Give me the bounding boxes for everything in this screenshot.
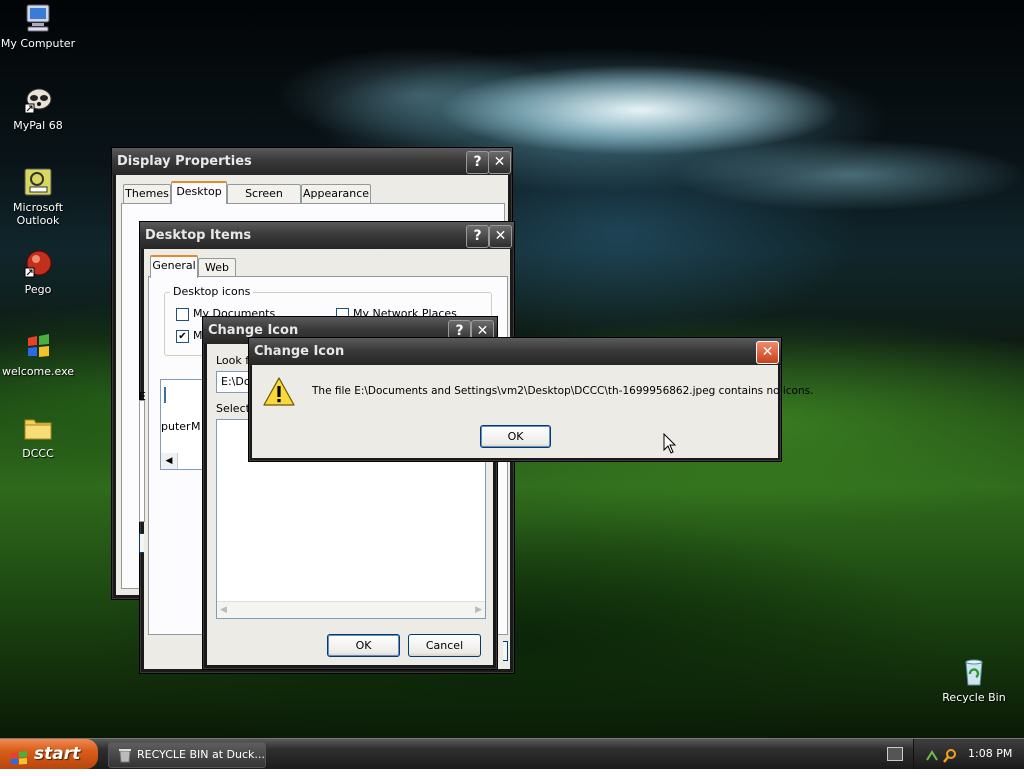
partial-button[interactable] (503, 641, 508, 661)
partial-button[interactable] (139, 533, 144, 553)
desktop-items-titlebar[interactable]: Desktop Items (140, 222, 514, 249)
desktop-icon-label: welcome.exe (1, 365, 75, 378)
ok-button[interactable]: OK (327, 634, 400, 657)
keyboard-icon[interactable] (887, 747, 903, 761)
horizontal-scrollbar[interactable]: ◀ ▶ (217, 601, 485, 618)
tab-web[interactable]: Web (198, 258, 236, 277)
search-icon[interactable] (942, 746, 958, 763)
alert-title: Change Icon (254, 344, 345, 359)
desktop-icon-label: My Computer (0, 37, 76, 50)
checkbox-my-computer[interactable]: ✔ (176, 330, 189, 343)
clock[interactable]: 1:08 PM (968, 739, 1012, 769)
tab-general[interactable]: General (150, 255, 198, 278)
desktop-icon-label: Pego (24, 283, 52, 296)
desktop-icon-recycle-bin[interactable]: Recycle Bin (934, 656, 1014, 704)
windows-logo-icon (10, 746, 28, 765)
desktop-icon-my-computer[interactable]: My Computer (0, 2, 78, 50)
alert-titlebar[interactable]: Change Icon (249, 338, 781, 365)
alert-dialog: Change Icon ✕ The file E:\Documents and … (248, 337, 813, 462)
close-button[interactable]: ✕ (756, 341, 779, 364)
tab-desktop[interactable]: Desktop (171, 181, 227, 204)
selected-icon-marker (164, 387, 166, 403)
taskbar-item-label: RECYCLE BIN at Duck... (137, 748, 265, 761)
taskbar-item-recycle-bin[interactable]: RECYCLE BIN at Duck... (108, 742, 266, 768)
computer-icon (22, 2, 54, 34)
recycle-bin-icon (958, 656, 990, 688)
select-label: Select (216, 402, 250, 415)
network-icon[interactable] (924, 746, 940, 762)
recycle-bin-icon (117, 747, 133, 763)
taskbar: start RECYCLE BIN at Duck... 1:08 PM (0, 738, 1024, 769)
cancel-button[interactable]: Cancel (408, 634, 481, 657)
windows-flag-icon (22, 330, 54, 362)
scroll-right-icon[interactable]: ▶ (475, 602, 482, 618)
alert-message: The file E:\Documents and Settings\vm2\D… (312, 385, 814, 397)
icon-list-item-label: puter (161, 420, 191, 433)
help-button[interactable]: ? (466, 151, 489, 174)
window-title: Change Icon (208, 323, 299, 338)
warning-icon (263, 376, 295, 408)
partial-control (139, 400, 145, 522)
desktop-icon-welcome[interactable]: welcome.exe (0, 330, 78, 378)
start-label: start (34, 744, 81, 764)
desktop-icon-pego[interactable]: Pego (0, 248, 78, 296)
close-button[interactable]: ✕ (488, 151, 511, 174)
tab-appearance[interactable]: Appearance (301, 184, 371, 203)
alert-client: The file E:\Documents and Settings\vm2\D… (252, 365, 813, 458)
mypal-browser-icon (22, 84, 54, 116)
scroll-left-icon[interactable]: ◀ (220, 602, 227, 618)
desktop-icon-label: MyPal 68 (13, 119, 63, 132)
pego-icon (22, 248, 54, 280)
group-label: Desktop icons (170, 285, 254, 298)
desktop: My Computer MyPal 68 Microsoft Outlook P… (0, 0, 1024, 738)
folder-icon (22, 412, 54, 444)
icon-list-item-label: M (191, 420, 201, 433)
desktop-icon-mypal[interactable]: MyPal 68 (0, 84, 78, 132)
tab-screen-saver[interactable]: Screen Saver (227, 184, 301, 218)
checkbox-my-documents[interactable] (176, 308, 189, 321)
mouse-cursor-icon (663, 432, 677, 455)
display-properties-titlebar[interactable]: Display Properties (112, 148, 512, 175)
system-tray: 1:08 PM (913, 739, 1024, 769)
scroll-left-icon[interactable]: ◀ (161, 453, 178, 469)
start-button[interactable]: start (0, 739, 98, 769)
close-button[interactable]: ✕ (489, 225, 512, 248)
tab-themes[interactable]: Themes (123, 184, 171, 203)
ok-button[interactable]: OK (480, 425, 551, 448)
help-button[interactable]: ? (466, 225, 489, 248)
desktop-icon-label: Microsoft Outlook (12, 201, 64, 227)
window-title: Display Properties (117, 154, 252, 169)
window-title: Desktop Items (145, 228, 252, 243)
desktop-icon-outlook[interactable]: Microsoft Outlook (0, 166, 78, 227)
desktop-icon-dccc[interactable]: DCCC (0, 412, 78, 460)
outlook-icon (22, 166, 54, 198)
desktop-icon-label: Recycle Bin (942, 691, 1006, 704)
desktop-icon-label: DCCC (22, 447, 54, 460)
